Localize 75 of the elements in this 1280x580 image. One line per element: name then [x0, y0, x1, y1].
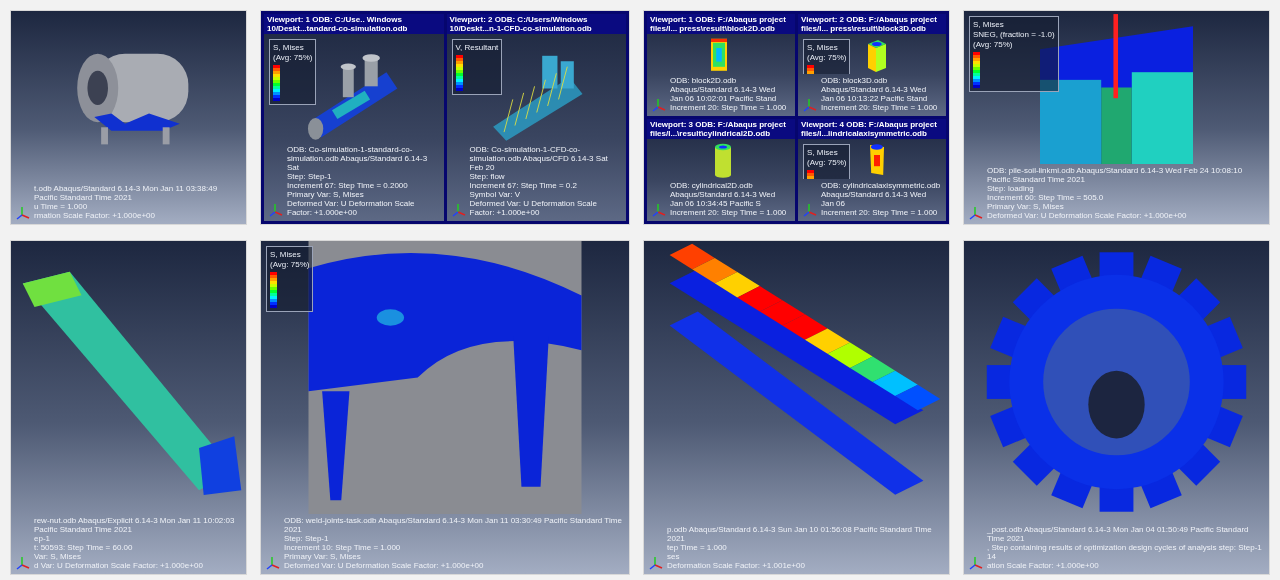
- axis-triad-icon: [652, 98, 666, 112]
- status-text: ODB: cylindrical2D.odb Abaqus/Standard 6.14-3 Wed Jan 06 10:34:45 Pacific S: [670, 181, 777, 208]
- status-text: Increment 20: Step Time = 1.000: [670, 208, 788, 217]
- axis-triad-icon: [649, 556, 663, 570]
- cylinder-contour-drawing: [715, 143, 731, 178]
- status-text: Step: Step-1: [284, 534, 330, 543]
- status-text: ODB: block2D.odb Abaqus/Standard 6.14-3 Wed Jan 06 10:02:01 Pacific Stand: [670, 76, 778, 103]
- legend-title: S, Mises: [270, 250, 302, 259]
- legend-title: S, Mises: [973, 20, 1005, 29]
- viewport-title: Viewport: 1 ODB: C:/Use.. Windows 10/Deskt...tandard-co-simulation.odb: [264, 14, 444, 34]
- axis-triad-icon: [969, 556, 983, 570]
- axis-triad-icon: [803, 203, 817, 217]
- status-text: Step: Step-1: [287, 172, 333, 181]
- status-text: Deformed Var: U Deformation Scale Factor: +1.000e+00: [284, 561, 485, 570]
- status-text: Primary Var: S, Mises: [287, 190, 365, 199]
- axis-triad-icon: [451, 203, 466, 217]
- status-text: tep Time = 1.000: [667, 543, 728, 552]
- status-text: Var: S, Mises: [34, 552, 82, 561]
- viewport-title: Viewport: 2 ODB: F:/Abaqus project files/l... press\result\block3D.odb: [798, 14, 946, 34]
- axis-triad-icon: [16, 206, 30, 220]
- status-text: Step: flow: [469, 172, 506, 181]
- status-text: ODB: cylindricalaxisymmetric.odb Abaqus/Standard 6.14-3 Wed Jan 06: [821, 181, 941, 208]
- status-text: rmation Scale Factor: +1.000e+00: [34, 211, 156, 220]
- legend-title: S, Mises: [273, 43, 305, 52]
- viewport-title: Viewport: 2 ODB: C:/Users/Windows 10/Deskt...n-1-CFD-co-simulation.odb: [446, 14, 626, 34]
- status-text: _post.odb Abaqus/Standard 6.14-3 Mon Jan 04 01:50:49 Pacific Standard Time 2021: [987, 525, 1250, 543]
- legend-title: (Avg: 75%): [273, 53, 313, 62]
- status-text: Increment 67: Step Time = 0.2000: [287, 181, 409, 190]
- status-text: 14: [987, 552, 997, 561]
- status-text: ODB: block3D.odb Abaqus/Standard 6.14-3 Wed Jan 06 10:13:22 Pacific Stand: [821, 76, 929, 103]
- status-text: Primary Var: S, Mises: [987, 202, 1065, 211]
- status-text: ODB: pile-soil-linkmi.odb Abaqus/Standard 6.14-3 Wed Feb 24 10:08:10 Pacific Standard Time 2021: [987, 166, 1244, 184]
- status-text: Symbol Var: V: [469, 190, 522, 199]
- status-text: Primary Var: S, Mises: [284, 552, 362, 561]
- legend-title: S, Mises: [807, 43, 839, 52]
- viewport-title: Viewport: 3 ODB: F:/Abaqus project files/l...\result\cylindrical2D.odb: [647, 119, 795, 139]
- cube-contour-drawing: [868, 40, 886, 72]
- status-text: ODB: Co-simulation-1-standard-co-simulation.odb Abaqus/Standard 6.14-3 Sat: [287, 145, 429, 172]
- status-text: , Step containing results of optimization design cycles of analysis step: Step-1: [987, 543, 1263, 552]
- legend-title: (Avg: 75%): [807, 158, 847, 167]
- status-text: Deformed Var: U Deformation Scale Factor: +1.000e+00: [987, 211, 1188, 220]
- legend-title: SNEG, (fraction = -1.0): [973, 30, 1055, 39]
- status-text: ODB: weld-joints-task.odb Abaqus/Standard 6.14-3 Mon Jan 11 03:30:49 Pacific Standard Time 2021: [284, 516, 623, 534]
- axis-triad-icon: [803, 98, 817, 112]
- status-text: Deformation Scale Factor: +1.001e+00: [667, 561, 806, 570]
- legend-title: (Avg: 75%): [270, 260, 310, 269]
- status-text: Increment 67: Step Time = 0.2: [469, 181, 578, 190]
- status-text: ODB: Co-simulation-1-CFD-co-simulation.odb Abaqus/CFD 6.14-3 Sat Feb 20: [469, 145, 609, 172]
- status-text: ation Scale Factor: +1.000e+00: [987, 561, 1100, 570]
- axis-triad-icon: [969, 206, 983, 220]
- status-text: Step: loading: [987, 184, 1035, 193]
- axis-triad-icon: [16, 556, 30, 570]
- legend-title: (Avg: 75%): [807, 53, 847, 62]
- status-text: Deformed Var: U Deformation Scale Factor: +1.000e+00: [469, 199, 598, 217]
- viewport-title: Viewport: 4 ODB: F:/Abaqus project files/l...lindricalaxisymmetric.odb: [798, 119, 946, 139]
- status-text: Increment 20: Step Time = 1.000: [821, 103, 939, 112]
- status-text: d Var: U Deformation Scale Factor: +1.000e+00: [34, 561, 204, 570]
- axis-triad-icon: [269, 203, 283, 217]
- status-text: Increment 20: Step Time = 1.000: [670, 103, 788, 112]
- legend-title: (Avg: 75%): [973, 40, 1014, 49]
- status-text: Increment 20: Step Time = 1.000: [821, 208, 939, 217]
- status-text: Increment 10: Step Time = 1.000: [284, 543, 402, 552]
- status-text: ses: [667, 552, 681, 561]
- status-text: Increment 60: Step Time = 505.0: [987, 193, 1105, 202]
- axis-triad-icon: [652, 203, 666, 217]
- viewport-title: Viewport: 1 ODB: F:/Abaqus project files/l... press\result\block2D.odb: [647, 14, 795, 34]
- legend-title: S, Mises: [807, 148, 839, 157]
- legend-title: V, Resultant: [455, 43, 499, 52]
- axis-triad-icon: [266, 556, 280, 570]
- status-text: u Time = 1.000: [34, 202, 89, 211]
- block-contour-drawing: [711, 38, 727, 71]
- status-text: ep-1: [34, 534, 51, 543]
- half-cylinder-contour-drawing: [870, 144, 884, 175]
- status-text: Deformed Var: U Deformation Scale Factor: +1.000e+00: [287, 199, 416, 217]
- status-text: t: 50593: Step Time = 60.00: [34, 543, 134, 552]
